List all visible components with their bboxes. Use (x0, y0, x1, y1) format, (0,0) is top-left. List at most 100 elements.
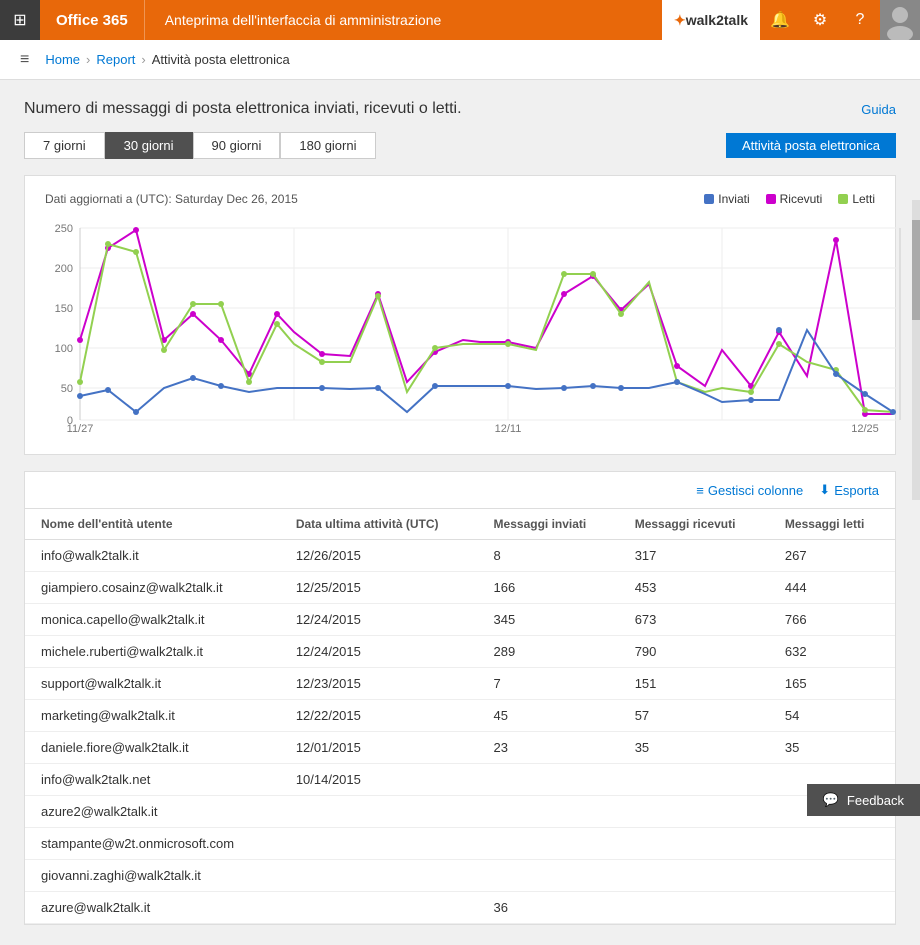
table-row: azure@walk2talk.it 36 (25, 892, 895, 924)
columns-icon: ≡ (696, 483, 704, 498)
legend-read-dot (838, 194, 848, 204)
data-table: Nome dell'entità utente Data ultima atti… (25, 509, 895, 924)
cell-email: stampante@w2t.onmicrosoft.com (25, 828, 280, 860)
col-header-email: Nome dell'entità utente (25, 509, 280, 540)
gear-icon: ⚙ (813, 10, 827, 30)
svg-text:250: 250 (55, 223, 73, 235)
cell-read (769, 892, 895, 924)
cell-read: 766 (769, 604, 895, 636)
legend-received-dot (766, 194, 776, 204)
cell-date: 12/01/2015 (280, 732, 478, 764)
cell-email: giovanni.zaghi@walk2talk.it (25, 860, 280, 892)
hamburger-button[interactable]: ≡ (20, 51, 29, 69)
scrollbar[interactable] (912, 200, 920, 500)
cell-date (280, 860, 478, 892)
feedback-icon: 💬 (823, 792, 839, 808)
cell-sent: 45 (478, 700, 619, 732)
cell-email: michele.ruberti@walk2talk.it (25, 636, 280, 668)
cell-sent: 8 (478, 540, 619, 572)
breadcrumb-home[interactable]: Home (45, 52, 80, 67)
table-card: ≡ Gestisci colonne ⬇ Esporta Nome dell'e… (24, 471, 896, 925)
svg-text:12/25: 12/25 (851, 423, 879, 434)
table-row: stampante@w2t.onmicrosoft.com (25, 828, 895, 860)
guide-link[interactable]: Guida (861, 102, 896, 117)
table-row: info@walk2talk.net 10/14/2015 (25, 764, 895, 796)
cell-received (619, 860, 769, 892)
filter-7-days[interactable]: 7 giorni (24, 132, 105, 159)
table-row: giampiero.cosainz@walk2talk.it 12/25/201… (25, 572, 895, 604)
scroll-thumb[interactable] (912, 220, 920, 320)
app-title: Anteprima dell'interfaccia di amministra… (145, 12, 662, 28)
table-row: info@walk2talk.it 12/26/2015 8 317 267 (25, 540, 895, 572)
table-row: azure2@walk2talk.it (25, 796, 895, 828)
table-body: info@walk2talk.it 12/26/2015 8 317 267 g… (25, 540, 895, 924)
cell-sent: 23 (478, 732, 619, 764)
cell-received: 673 (619, 604, 769, 636)
breadcrumb-sep-2: › (141, 52, 145, 67)
user-avatar[interactable] (880, 0, 920, 40)
cell-date (280, 892, 478, 924)
cell-received: 57 (619, 700, 769, 732)
bell-icon: 🔔 (770, 10, 790, 30)
cell-read: 444 (769, 572, 895, 604)
cell-sent (478, 860, 619, 892)
breadcrumb: Home › Report › Attività posta elettroni… (45, 52, 289, 67)
cell-sent (478, 828, 619, 860)
legend-received: Ricevuti (766, 192, 823, 206)
filter-180-days[interactable]: 180 giorni (280, 132, 375, 159)
export-label: Esporta (834, 483, 879, 498)
cell-read: 35 (769, 732, 895, 764)
legend-read-label: Letti (852, 192, 875, 206)
page-header: Numero di messaggi di posta elettronica … (24, 100, 896, 118)
filter-30-days[interactable]: 30 giorni (105, 132, 193, 159)
cell-sent: 345 (478, 604, 619, 636)
grid-menu-button[interactable]: ⊞ (0, 0, 40, 40)
cell-date: 10/14/2015 (280, 764, 478, 796)
breadcrumb-report[interactable]: Report (96, 52, 135, 67)
bell-icon-button[interactable]: 🔔 (760, 0, 800, 40)
chart-date: Dati aggiornati a (UTC): Saturday Dec 26… (45, 192, 298, 206)
page-title: Numero di messaggi di posta elettronica … (24, 100, 462, 118)
help-icon-button[interactable]: ? (840, 0, 880, 40)
cell-date: 12/24/2015 (280, 604, 478, 636)
svg-text:200: 200 (55, 263, 73, 275)
cell-read: 165 (769, 668, 895, 700)
cell-received (619, 764, 769, 796)
filter-90-days[interactable]: 90 giorni (193, 132, 281, 159)
cell-received: 317 (619, 540, 769, 572)
legend-sent-label: Inviati (718, 192, 749, 206)
col-header-received: Messaggi ricevuti (619, 509, 769, 540)
manage-columns-button[interactable]: ≡ Gestisci colonne (696, 483, 803, 498)
gear-icon-button[interactable]: ⚙ (800, 0, 840, 40)
feedback-button[interactable]: 💬 Feedback (807, 784, 920, 816)
cell-read: 267 (769, 540, 895, 572)
cell-date: 12/22/2015 (280, 700, 478, 732)
manage-columns-label: Gestisci colonne (708, 483, 803, 498)
table-row: michele.ruberti@walk2talk.it 12/24/2015 … (25, 636, 895, 668)
cell-email: monica.capello@walk2talk.it (25, 604, 280, 636)
topbar: ⊞ Office 365 Anteprima dell'interfaccia … (0, 0, 920, 40)
table-row: giovanni.zaghi@walk2talk.it (25, 860, 895, 892)
cell-email: marketing@walk2talk.it (25, 700, 280, 732)
cell-sent: 166 (478, 572, 619, 604)
breadcrumb-current: Attività posta elettronica (152, 52, 290, 67)
line-chart: 250 200 150 100 50 0 11 (45, 214, 905, 434)
chart-header: Dati aggiornati a (UTC): Saturday Dec 26… (45, 192, 875, 206)
feedback-label: Feedback (847, 793, 904, 808)
brand-text: Office 365 (56, 12, 128, 29)
breadcrumb-sep-1: › (86, 52, 90, 67)
brand-label: Office 365 (40, 0, 145, 40)
chart-container: 250 200 150 100 50 0 11 (45, 214, 875, 434)
cell-date: 12/25/2015 (280, 572, 478, 604)
cell-read: 54 (769, 700, 895, 732)
chart-label-button[interactable]: Attività posta elettronica (726, 133, 896, 158)
main-content: Numero di messaggi di posta elettronica … (0, 80, 920, 945)
cell-email: support@walk2talk.it (25, 668, 280, 700)
logo-star: ✦ (674, 12, 686, 29)
export-button[interactable]: ⬇ Esporta (819, 482, 879, 498)
cell-sent (478, 796, 619, 828)
svg-text:50: 50 (61, 383, 73, 395)
cell-read (769, 860, 895, 892)
export-icon: ⬇ (819, 482, 830, 498)
cell-date: 12/26/2015 (280, 540, 478, 572)
